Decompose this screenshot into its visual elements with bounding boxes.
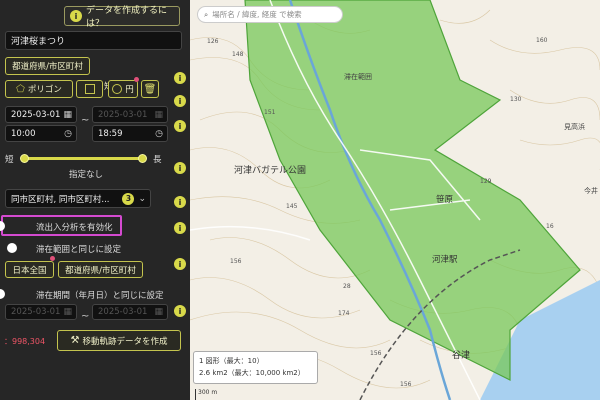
slider-min-label: 短 bbox=[5, 155, 14, 165]
map-search-input[interactable]: ⌕ 場所名 / 緯度, 経度 で検索 bbox=[197, 6, 343, 23]
help-icon-duration[interactable]: i bbox=[174, 162, 186, 174]
elevation-label: 156 bbox=[230, 258, 242, 265]
shape-area-text: 2.6 km2（最大：10,000 km2） bbox=[199, 369, 305, 377]
area-select-button[interactable]: 都道府県/市区町村 bbox=[5, 57, 90, 75]
nationwide-button[interactable]: 日本全国 bbox=[5, 261, 54, 278]
chevron-down-icon: ⌄ bbox=[138, 193, 146, 204]
elevation-label: 145 bbox=[286, 203, 298, 210]
time-to-input[interactable]: 18:59 ◷ bbox=[92, 125, 168, 142]
slider-max-label: 長 bbox=[153, 155, 162, 165]
same-period-label: 滞在期間（年月日）と同じに設定 bbox=[36, 291, 164, 301]
elevation-label: 130 bbox=[510, 96, 522, 103]
notification-dot bbox=[134, 77, 139, 82]
search-placeholder: 場所名 / 緯度, 経度 で検索 bbox=[212, 10, 302, 19]
polygon-button[interactable]: ⬠ ポリゴン bbox=[5, 80, 73, 98]
tools-icon: ⚒ bbox=[70, 335, 80, 346]
rectangle-button[interactable] bbox=[76, 80, 103, 98]
side-panel: i データを作成するには？ 河津桜まつり 都道府県/市区町村 i ⬠ ポリゴン … bbox=[0, 0, 190, 400]
shape-count-text: 1 図形（最大：10） bbox=[199, 357, 264, 365]
map-label-sasahara: 笹原 bbox=[436, 195, 454, 205]
map-label-mine: 見高浜 bbox=[564, 123, 585, 131]
trash-icon: 🗑 bbox=[143, 83, 157, 95]
period-from-input[interactable]: 2025-03-01 ▦ bbox=[5, 304, 77, 320]
event-name-input[interactable]: 河津桜まつり bbox=[5, 31, 182, 50]
slider-value-label: 指定なし bbox=[69, 170, 104, 180]
duration-slider-track[interactable] bbox=[22, 157, 144, 160]
duration-slider-min-handle[interactable] bbox=[20, 154, 29, 163]
prefecture-button[interactable]: 都道府県/市区町村 bbox=[58, 261, 143, 278]
calendar-icon: ▦ bbox=[154, 109, 163, 120]
help-button[interactable]: i データを作成するには？ bbox=[64, 6, 180, 29]
map-label-station: 河津駅 bbox=[432, 255, 458, 265]
same-area-label: 滞在範囲と同じに設定 bbox=[36, 245, 122, 255]
circle-label: 円 bbox=[125, 85, 134, 95]
map-label-yato: 谷津 bbox=[452, 351, 471, 361]
elevation-label: 126 bbox=[207, 38, 219, 45]
region-select[interactable]: 同市区町村, 同市区町村... 3 ⌄ bbox=[5, 189, 151, 208]
elevation-label: 156 bbox=[370, 350, 382, 357]
region-select-value: 同市区町村, 同市区町村... bbox=[11, 194, 110, 205]
date-from-input[interactable]: 2025-03-01 ▦ bbox=[5, 106, 77, 123]
date-to-placeholder: 2025-03-01 bbox=[98, 109, 148, 120]
polygon-icon: ⬠ bbox=[16, 83, 25, 95]
circle-button[interactable]: 円 bbox=[108, 80, 138, 98]
elevation-label: 148 bbox=[232, 51, 244, 58]
date-from-value: 2025-03-01 bbox=[11, 109, 61, 120]
help-icon-period[interactable]: i bbox=[174, 305, 186, 317]
time-from-value: 10:00 bbox=[11, 128, 36, 139]
shape-info-box: 1 図形（最大：10） 2.6 km2（最大：10,000 km2） bbox=[193, 351, 318, 384]
calendar-icon: ▦ bbox=[63, 307, 72, 317]
elevation-label: 160 bbox=[536, 37, 548, 44]
calendar-icon: ▦ bbox=[154, 307, 163, 317]
rectangle-icon bbox=[84, 84, 95, 94]
circle-icon bbox=[112, 84, 123, 94]
elevation-label: 151 bbox=[264, 109, 276, 116]
data-count: ：998,304 bbox=[4, 337, 46, 346]
elevation-label: 28 bbox=[343, 283, 351, 290]
help-icon-flow[interactable]: i bbox=[174, 222, 186, 234]
time-from-input[interactable]: 10:00 ◷ bbox=[5, 125, 77, 142]
create-trajectory-button[interactable]: ⚒ 移動軌跡データを作成 bbox=[57, 330, 181, 351]
clock-icon: ◷ bbox=[64, 128, 72, 139]
map-view[interactable]: ⌕ 場所名 / 緯度, 経度 で検索 滞在範囲 河津バガテル公園 笹原 河津駅 … bbox=[190, 0, 600, 400]
region-count-badge: 3 bbox=[122, 192, 135, 205]
elevation-label: 129 bbox=[480, 178, 492, 185]
help-icon-region[interactable]: i bbox=[174, 196, 186, 208]
help-label: データを作成するには？ bbox=[86, 6, 168, 29]
polygon-label: ポリゴン bbox=[27, 85, 62, 95]
info-icon: i bbox=[70, 10, 82, 22]
period-range-tilde: ~ bbox=[81, 311, 90, 322]
spacer bbox=[103, 80, 104, 81]
period-to-input[interactable]: 2025-03-01 ▦ bbox=[92, 304, 168, 320]
help-icon-shape[interactable]: i bbox=[174, 95, 186, 107]
date-to-input[interactable]: 2025-03-01 ▦ bbox=[92, 106, 168, 123]
date-range-tilde: ~ bbox=[81, 115, 90, 126]
create-trajectory-label: 移動軌跡データを作成 bbox=[82, 336, 168, 347]
help-icon-area[interactable]: i bbox=[174, 72, 186, 84]
search-icon: ⌕ bbox=[204, 9, 209, 19]
flow-analysis-label: 流出入分析を有効化 bbox=[36, 223, 113, 233]
calendar-icon: ▦ bbox=[63, 109, 72, 120]
clock-icon: ◷ bbox=[155, 128, 163, 139]
map-label-imai: 今井 bbox=[584, 187, 598, 195]
help-icon-scope[interactable]: i bbox=[174, 258, 186, 270]
elevation-label: 16 bbox=[546, 223, 554, 230]
delete-button[interactable]: 🗑 bbox=[141, 80, 159, 98]
help-icon-date[interactable]: i bbox=[174, 120, 186, 132]
period-from-value: 2025-03-01 bbox=[11, 307, 61, 317]
time-to-value: 18:59 bbox=[98, 128, 123, 139]
map-canvas bbox=[190, 0, 600, 400]
map-label-stay-area: 滞在範囲 bbox=[344, 73, 372, 81]
period-to-value: 2025-03-01 bbox=[98, 307, 148, 317]
elevation-label: 174 bbox=[338, 310, 350, 317]
elevation-label: 156 bbox=[400, 381, 412, 388]
duration-slider-max-handle[interactable] bbox=[138, 154, 147, 163]
scale-bar: 300 m bbox=[195, 389, 217, 400]
map-label-park: 河津バガテル公園 bbox=[234, 166, 307, 176]
